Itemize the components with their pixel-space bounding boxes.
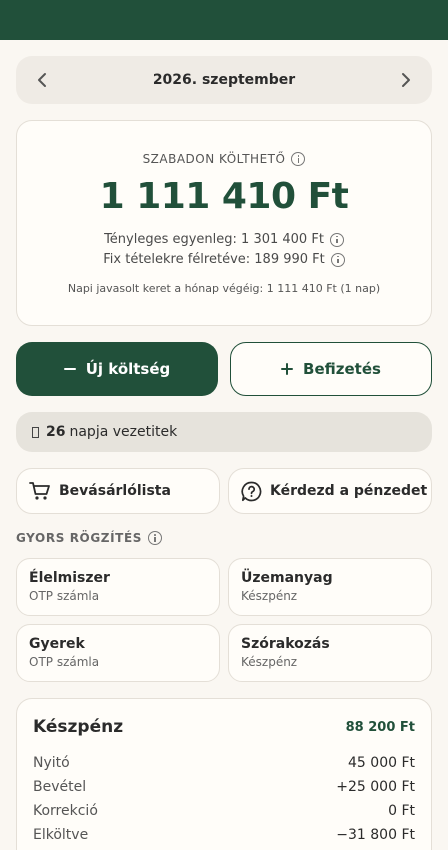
actual-balance-row: Tényleges egyenleg: 1 301 400 Ft bbox=[17, 232, 431, 247]
info-icon[interactable] bbox=[148, 531, 162, 545]
quick-entry-category: Gyerek bbox=[29, 636, 85, 652]
account-row-opening: Nyitó 45 000 Ft bbox=[33, 755, 415, 771]
free-to-spend-label-row: SZABADON KÖLTHETŐ bbox=[17, 152, 431, 166]
quick-entry-account: Készpénz bbox=[241, 655, 298, 669]
account-row-correction: Korrekció 0 Ft bbox=[33, 803, 415, 819]
info-icon[interactable] bbox=[329, 232, 344, 247]
previous-month-button[interactable] bbox=[18, 56, 66, 104]
account-row-value: 45 000 Ft bbox=[348, 755, 415, 771]
chevron-left-icon bbox=[38, 73, 46, 87]
account-row-value: −31 800 Ft bbox=[336, 827, 415, 843]
daily-budget-hint: Napi javasolt keret a hónap végéig: 1 11… bbox=[67, 282, 381, 295]
next-month-button[interactable] bbox=[382, 56, 430, 104]
plus-icon bbox=[281, 363, 294, 375]
quick-entry-account: OTP számla bbox=[29, 655, 100, 669]
account-balance: 88 200 Ft bbox=[345, 719, 415, 735]
shopping-list-button[interactable]: Bevásárlólista bbox=[16, 468, 220, 514]
free-to-spend-card: SZABADON KÖLTHETŐ 1 111 410 Ft Tényleges… bbox=[16, 120, 432, 326]
quick-entry-account: OTP számla bbox=[29, 589, 100, 603]
info-icon[interactable] bbox=[330, 252, 345, 267]
question-bubble-icon bbox=[241, 481, 262, 501]
account-row-value: +25 000 Ft bbox=[336, 779, 415, 795]
quick-entry-header: GYORS RÖGZÍTÉS bbox=[16, 531, 162, 545]
account-name: Készpénz bbox=[33, 717, 124, 737]
account-card-cash[interactable]: Készpénz 88 200 Ft Nyitó 45 000 Ft Bevét… bbox=[16, 698, 432, 850]
info-icon[interactable] bbox=[291, 152, 306, 166]
quick-entry-title: GYORS RÖGZÍTÉS bbox=[16, 531, 142, 545]
reserved-text: Fix tételekre félretéve: 189 990 Ft bbox=[103, 252, 325, 267]
quick-entry-category: Élelmiszer bbox=[29, 570, 110, 586]
account-row-label: Bevétel bbox=[33, 779, 87, 795]
month-label: 2026. szeptember bbox=[152, 72, 296, 88]
account-card-header: Készpénz 88 200 Ft bbox=[33, 717, 415, 737]
free-to-spend-amount: 1 111 410 Ft bbox=[99, 176, 349, 217]
deposit-button[interactable]: Befizetés bbox=[230, 342, 432, 396]
ask-money-label: Kérdezd a pénzedet bbox=[270, 483, 428, 499]
minus-icon bbox=[63, 368, 76, 370]
quick-entry-account: Készpénz bbox=[241, 589, 298, 603]
top-app-bar bbox=[0, 0, 448, 40]
streak-text: napja vezetitek bbox=[69, 424, 178, 440]
reserved-row: Fix tételekre félretéve: 189 990 Ft bbox=[17, 252, 431, 267]
account-row-label: Elköltve bbox=[33, 827, 89, 843]
quick-entry-category: Szórakozás bbox=[241, 636, 330, 652]
new-expense-label: Új költség bbox=[85, 360, 171, 378]
new-expense-button[interactable]: Új költség bbox=[16, 342, 218, 396]
shopping-list-label: Bevásárlólista bbox=[59, 483, 171, 499]
streak-count: 26 bbox=[46, 424, 66, 440]
account-row-label: Nyitó bbox=[33, 755, 70, 771]
deposit-label: Befizetés bbox=[303, 360, 381, 378]
streak-icon bbox=[32, 426, 39, 438]
chevron-right-icon bbox=[402, 73, 410, 87]
quick-entry-tile[interactable]: Gyerek OTP számla bbox=[16, 624, 220, 682]
actual-balance-text: Tényleges egyenleg: 1 301 400 Ft bbox=[104, 232, 324, 247]
account-row-spent: Elköltve −31 800 Ft bbox=[33, 827, 415, 843]
account-row-income: Bevétel +25 000 Ft bbox=[33, 779, 415, 795]
quick-entry-tile[interactable]: Üzemanyag Készpénz bbox=[228, 558, 432, 616]
account-row-value: 0 Ft bbox=[388, 803, 415, 819]
cart-icon bbox=[29, 482, 50, 500]
streak-banner: 26 napja vezetitek bbox=[16, 412, 432, 452]
free-to-spend-label: SZABADON KÖLTHETŐ bbox=[142, 152, 286, 166]
month-navigator: 2026. szeptember bbox=[16, 56, 432, 104]
quick-entry-tile[interactable]: Élelmiszer OTP számla bbox=[16, 558, 220, 616]
ask-money-button[interactable]: Kérdezd a pénzedet bbox=[228, 468, 432, 514]
quick-entry-category: Üzemanyag bbox=[241, 570, 333, 586]
account-row-label: Korrekció bbox=[33, 803, 98, 819]
quick-entry-tile[interactable]: Szórakozás Készpénz bbox=[228, 624, 432, 682]
